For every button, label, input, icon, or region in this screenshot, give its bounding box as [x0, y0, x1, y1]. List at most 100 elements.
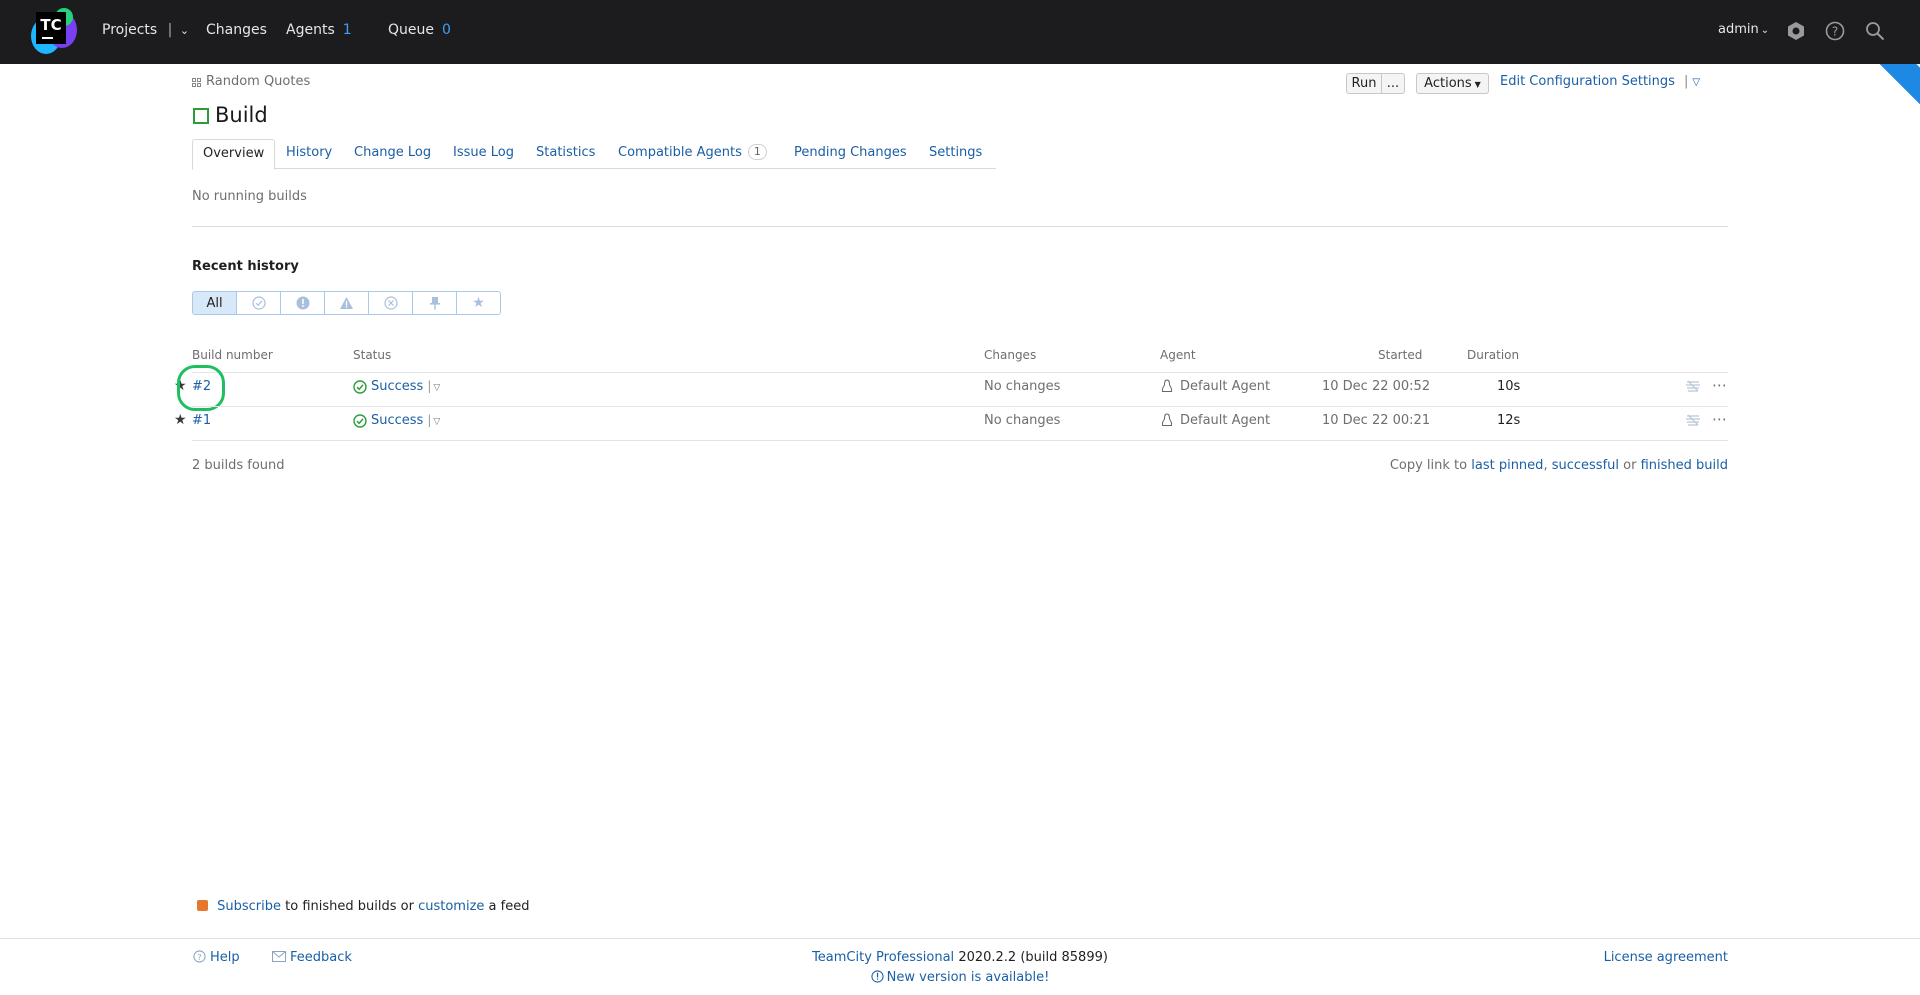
search-icon[interactable]: [1865, 21, 1885, 41]
last-successful-link[interactable]: successful: [1552, 458, 1619, 473]
product-link[interactable]: TeamCity Professional: [812, 950, 954, 965]
build-changes[interactable]: No changes: [984, 413, 1060, 428]
page-title: Build: [215, 103, 268, 127]
build-status-link[interactable]: Success: [371, 379, 423, 394]
chevron-down-icon: ⌄: [1760, 25, 1770, 36]
caret-down-icon[interactable]: ▽: [433, 417, 440, 427]
highlight-annotation: [177, 365, 225, 411]
filter-pinned-button[interactable]: [412, 291, 457, 315]
column-build-number[interactable]: Build number: [192, 348, 273, 362]
chevron-down-icon[interactable]: ⌄: [180, 24, 189, 37]
corner-ribbon[interactable]: [1880, 64, 1920, 104]
edit-config-menu[interactable]: | ▽: [1684, 74, 1700, 89]
filter-cancelled-button[interactable]: [368, 291, 413, 315]
tab-pending-changes[interactable]: Pending Changes: [794, 139, 907, 169]
help-icon[interactable]: ?: [1825, 21, 1845, 41]
caret-down-icon: ▼: [1474, 80, 1481, 89]
pin-icon: [429, 297, 440, 310]
last-finished-link[interactable]: finished build: [1641, 458, 1728, 473]
copy-link-or: or: [1623, 458, 1637, 473]
logo-text: TC: [36, 12, 66, 44]
nav-queue-label: Queue: [388, 22, 434, 38]
filter-failed-button[interactable]: [280, 291, 325, 315]
success-icon: [353, 414, 367, 428]
tab-settings[interactable]: Settings: [929, 139, 982, 169]
linux-icon: [1161, 413, 1173, 426]
edit-configuration-link[interactable]: Edit Configuration Settings: [1500, 74, 1675, 89]
tab-compatible-agents-label: Compatible Agents: [618, 145, 742, 160]
caret-down-icon: ▽: [1692, 77, 1701, 88]
teamcity-logo[interactable]: TC: [29, 8, 79, 56]
tab-change-log[interactable]: Change Log: [354, 139, 431, 169]
warning-icon: [340, 297, 353, 309]
recent-history-heading: Recent history: [192, 259, 299, 274]
success-icon: [353, 380, 367, 394]
subscribe-text: to finished builds or: [285, 899, 414, 914]
agent-link[interactable]: Default Agent: [1180, 379, 1270, 394]
subscribe-suffix: a feed: [488, 899, 530, 914]
user-name: admin: [1718, 22, 1759, 37]
tab-overview[interactable]: Overview: [192, 139, 276, 170]
nav-agents-label: Agents: [286, 22, 335, 38]
build-status-link[interactable]: Success: [371, 413, 423, 428]
artifacts-icon[interactable]: [1685, 413, 1701, 427]
subscribe-line: Subscribe to finished builds or customiz…: [197, 899, 529, 914]
filter-successful-button[interactable]: [236, 291, 281, 315]
project-icon: [192, 78, 202, 88]
tab-issue-log[interactable]: Issue Log: [453, 139, 514, 169]
tab-compatible-agents[interactable]: Compatible Agents 1: [618, 139, 767, 169]
user-menu[interactable]: admin ⌄: [1718, 0, 1769, 64]
actions-dropdown[interactable]: Actions ▼: [1416, 73, 1489, 94]
history-filter-group: All ★: [192, 291, 501, 315]
footer-divider: [0, 938, 1920, 939]
tab-history[interactable]: History: [286, 139, 332, 169]
filter-all-button[interactable]: All: [192, 291, 237, 315]
build-started: 10 Dec 22 00:52: [1322, 379, 1431, 394]
separator: |: [427, 379, 432, 393]
customize-feed-link[interactable]: customize: [418, 899, 484, 914]
more-options-icon[interactable]: ⋯: [1712, 376, 1727, 394]
top-navigation-bar: TC Projects | ⌄ Changes Agents 1 Queue 0 a…: [0, 0, 1920, 64]
tab-bar: Overview History Change Log Issue Log St…: [192, 139, 996, 170]
column-status[interactable]: Status: [353, 348, 391, 362]
filter-warning-button[interactable]: [324, 291, 369, 315]
column-started[interactable]: Started: [1378, 348, 1422, 362]
new-version-link[interactable]: New version is available!: [887, 970, 1050, 985]
actions-label: Actions: [1424, 76, 1472, 91]
run-custom-button[interactable]: ...: [1382, 74, 1404, 93]
run-button[interactable]: Run: [1347, 74, 1382, 93]
nav-agents[interactable]: Agents 1: [286, 0, 352, 64]
artifacts-icon[interactable]: [1685, 379, 1701, 393]
breadcrumb-project[interactable]: Random Quotes: [206, 74, 310, 89]
filter-starred-button[interactable]: ★: [456, 291, 501, 315]
license-agreement-link[interactable]: License agreement: [1604, 950, 1728, 965]
compatible-agents-count: 1: [747, 144, 767, 160]
nav-changes[interactable]: Changes: [206, 0, 267, 64]
build-changes[interactable]: No changes: [984, 379, 1060, 394]
run-button-group: Run ...: [1346, 73, 1405, 94]
caret-down-icon[interactable]: ▽: [433, 383, 440, 393]
build-status-icon: [193, 108, 209, 124]
column-agent[interactable]: Agent: [1160, 348, 1196, 362]
rss-icon: [197, 900, 208, 911]
agent-link[interactable]: Default Agent: [1180, 413, 1270, 428]
nav-projects-label: Projects: [102, 22, 158, 38]
svg-text:?: ?: [1832, 25, 1838, 39]
copy-link-prefix: Copy link to: [1389, 458, 1468, 473]
info-icon: [871, 970, 884, 983]
build-number-link[interactable]: #1: [192, 413, 211, 428]
subscribe-link[interactable]: Subscribe: [217, 899, 281, 914]
more-options-icon[interactable]: ⋯: [1712, 410, 1727, 428]
cancel-circle-icon: [383, 296, 398, 310]
last-pinned-link[interactable]: last pinned: [1471, 458, 1543, 473]
column-duration[interactable]: Duration: [1467, 348, 1519, 362]
nav-projects[interactable]: Projects | ⌄: [102, 0, 189, 64]
column-changes[interactable]: Changes: [984, 348, 1036, 362]
new-version-notice[interactable]: New version is available!: [0, 970, 1920, 985]
tab-statistics[interactable]: Statistics: [536, 139, 595, 169]
build-status: Success | ▽: [371, 379, 440, 394]
admin-settings-icon[interactable]: [1786, 21, 1806, 41]
license-link[interactable]: License agreement: [1604, 950, 1728, 965]
nav-queue[interactable]: Queue 0: [388, 0, 451, 64]
star-icon[interactable]: ★: [174, 412, 187, 428]
